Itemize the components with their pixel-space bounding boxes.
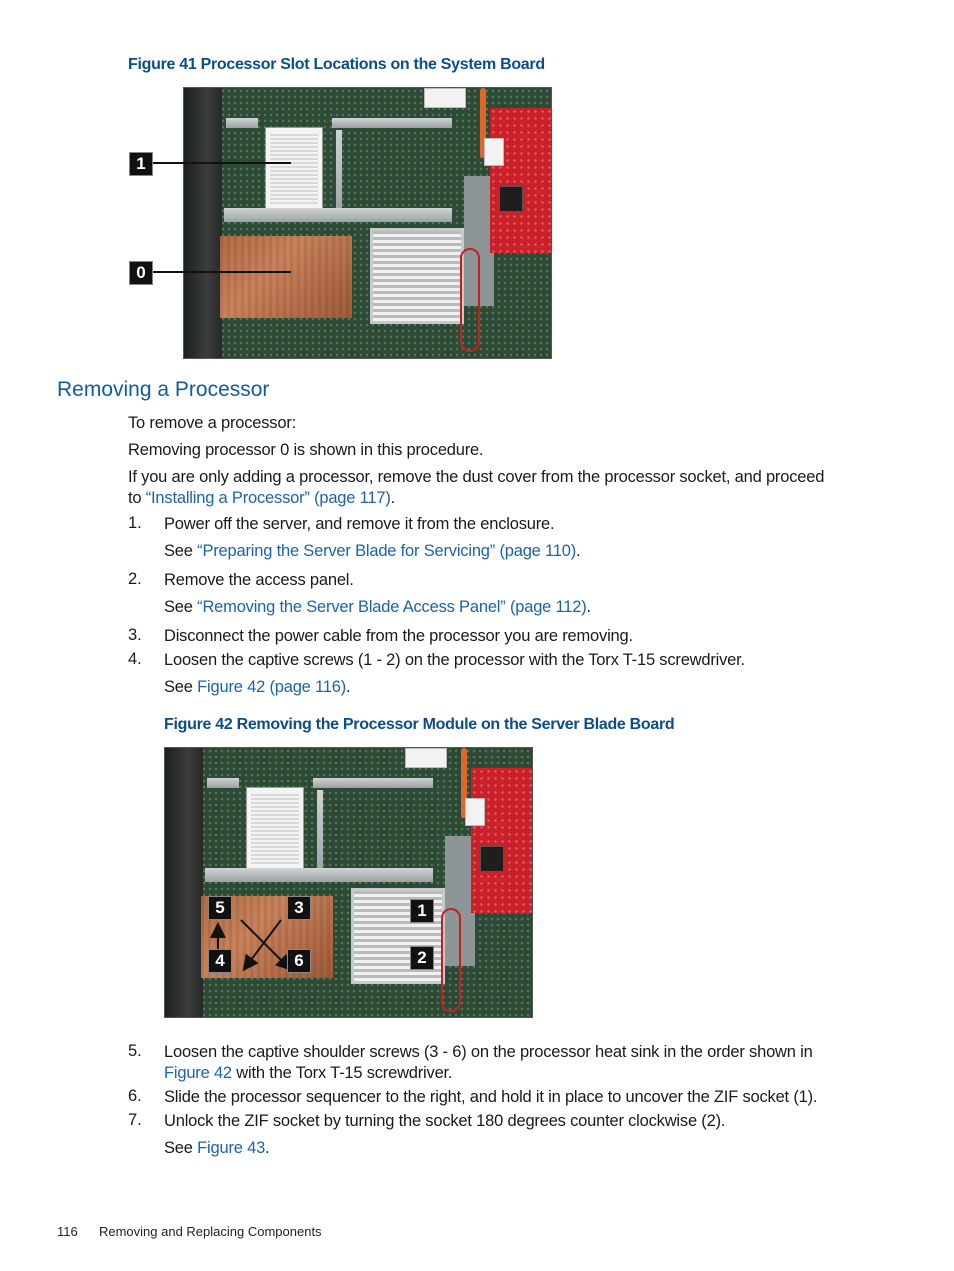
see-suffix: . (265, 1139, 270, 1157)
note-text: Removing processor 0 is shown in this pr… (128, 441, 484, 459)
step-3-number: 3. (128, 626, 142, 644)
callout-1: 1 (410, 899, 434, 923)
intro-text: To remove a processor: (128, 414, 297, 432)
crossbar (224, 208, 452, 222)
see-prefix: See (164, 1139, 198, 1157)
see-prefix: See (164, 542, 198, 560)
chapter-title: Removing and Replacing Components (98, 1224, 322, 1239)
step-7-number: 7. (128, 1111, 142, 1129)
step-1-number: 1. (128, 514, 142, 532)
figure-41-image (183, 87, 552, 359)
callout-1: 1 (129, 152, 153, 176)
step-4-text: Loosen the captive screws (1 - 2) on the… (164, 651, 745, 669)
step-5-number: 5. (128, 1042, 142, 1060)
see-suffix: . (346, 678, 351, 696)
step-4-see: See Figure 42 (page 116). (164, 677, 351, 698)
bracket (226, 118, 258, 128)
cable-connector (484, 138, 504, 166)
callout-1-leader (153, 162, 291, 164)
processor-socket-1 (266, 128, 322, 208)
callout-0: 0 (129, 261, 153, 285)
arrow-3-to-4 (242, 919, 282, 972)
step-6-text: Slide the processor sequencer to the rig… (164, 1088, 818, 1106)
arrow-5-to-6 (240, 919, 292, 971)
figure-41-caption: Figure 41 Processor Slot Locations on th… (128, 56, 545, 73)
callout-4: 4 (208, 949, 232, 973)
processor-power-cable (460, 248, 480, 352)
mezzanine-card (490, 108, 551, 253)
screw-order-arrows (210, 919, 292, 972)
step-7-see: See Figure 43. (164, 1138, 270, 1159)
aluminum-heatsink (370, 228, 464, 324)
preparing-server-blade-link[interactable]: “Preparing the Server Blade for Servicin… (197, 542, 576, 560)
callout-6: 6 (287, 949, 311, 973)
step-3-text: Disconnect the power cable from the proc… (164, 627, 633, 645)
step-4-number: 4. (128, 650, 142, 668)
figure-42-image: 5 3 4 6 1 2 (164, 747, 533, 1018)
page-footer: 116 Removing and Replacing Components (57, 1224, 322, 1239)
figure-42-link[interactable]: Figure 42 (page 116) (197, 678, 346, 696)
step-7-text: Unlock the ZIF socket by turning the soc… (164, 1112, 726, 1130)
adding-prefix: to (128, 489, 146, 507)
step-1-see: See “Preparing the Server Blade for Serv… (164, 541, 581, 562)
see-suffix: . (586, 598, 592, 616)
step-5-rest: with the Torx T-15 screwdriver. (231, 1064, 453, 1082)
adding-suffix: . (390, 489, 396, 507)
step-1-text: Power off the server, and remove it from… (164, 515, 555, 533)
callout-3: 3 (287, 896, 311, 920)
copper-heatsink (220, 236, 352, 318)
see-suffix: . (576, 542, 581, 560)
chip (499, 186, 523, 212)
step-2-see: See “Removing the Server Blade Access Pa… (164, 597, 591, 618)
adding-text-line2: to “Installing a Processor” (page 117). (128, 488, 395, 509)
installing-processor-link[interactable]: “Installing a Processor” (page 117) (146, 489, 391, 507)
chassis-edge (184, 88, 222, 358)
figure-42-link[interactable]: Figure 42 (164, 1064, 232, 1082)
rail (336, 130, 342, 215)
section-heading: Removing a Processor (57, 378, 270, 401)
step-2-text: Remove the access panel. (164, 571, 354, 589)
callout-5: 5 (208, 896, 232, 920)
figure-43-link[interactable]: Figure 43 (197, 1139, 265, 1157)
step-2-number: 2. (128, 570, 142, 588)
adding-text-line1: If you are only adding a processor, remo… (128, 468, 825, 486)
power-connector (424, 88, 466, 108)
removing-access-panel-link[interactable]: “Removing the Server Blade Access Panel”… (197, 598, 587, 616)
callout-2: 2 (410, 946, 434, 970)
step-5-text-line2: Figure 42 with the Torx T-15 screwdriver… (164, 1063, 453, 1084)
step-6-number: 6. (128, 1087, 142, 1105)
bracket (332, 118, 452, 128)
figure-42-caption: Figure 42 Removing the Processor Module … (164, 716, 675, 733)
callout-0-leader (153, 271, 291, 273)
see-prefix: See (164, 678, 198, 696)
see-prefix: See (164, 598, 198, 616)
page-number: 116 (57, 1224, 78, 1239)
step-5-text-line1: Loosen the captive shoulder screws (3 - … (164, 1043, 813, 1061)
